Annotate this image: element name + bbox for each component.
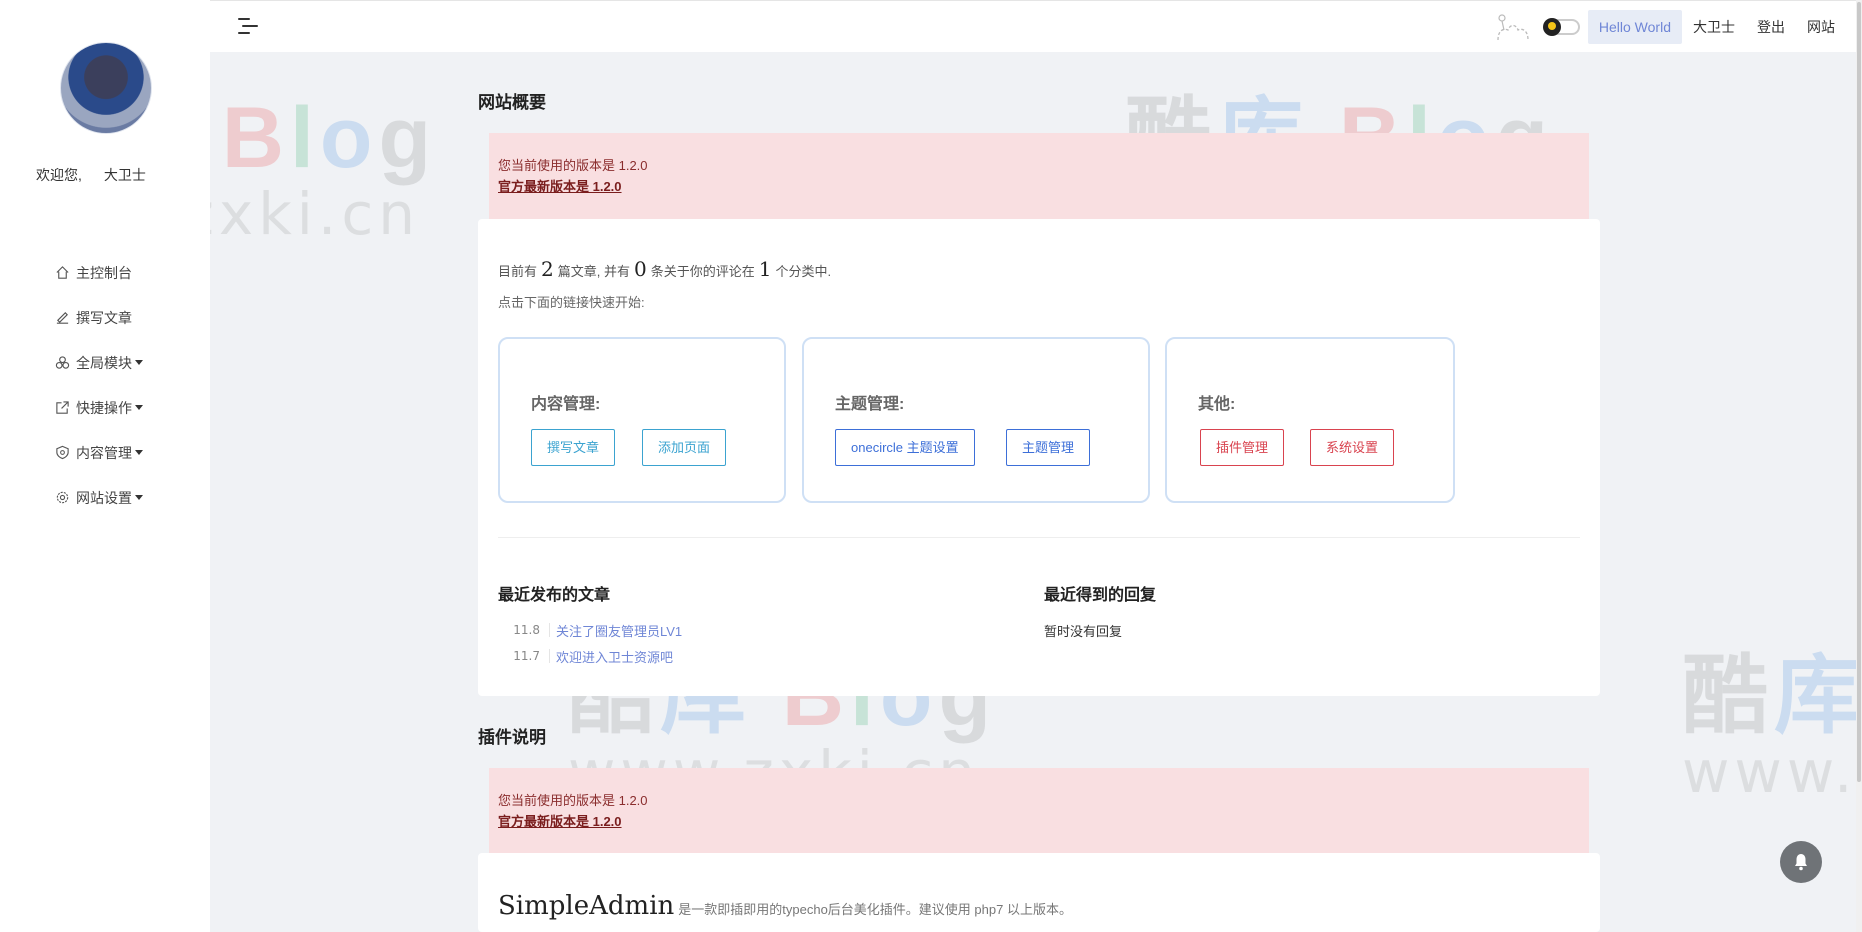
scrollbar-thumb[interactable] [1857,2,1861,782]
notification-bell-icon[interactable] [1780,841,1822,883]
overview-title: 网站概要 [478,93,546,112]
sidebar-item-site-settings[interactable]: 网站设置 [54,475,143,520]
sidebar-item-label: 快捷操作 [76,399,132,416]
welcome-label: 欢迎您, [36,167,82,183]
quick-start-hint: 点击下面的链接快速开始: [498,295,645,310]
moon-icon [1542,17,1561,36]
external-edit-icon [54,400,70,416]
latest-version-link[interactable]: 官方最新版本是 1.2.0 [498,176,1580,197]
quick-group-title: 内容管理: [531,396,601,413]
no-reply-text: 暂时没有回复 [1044,624,1123,639]
quick-group-other: 其他: 插件管理 系统设置 [1165,337,1455,503]
sidebar-item-dashboard[interactable]: 主控制台 [54,250,143,295]
quick-group-theme: 主题管理: onecircle 主题设置 主题管理 [802,337,1150,503]
topbar-actions: Hello World 大卫士 登出 网站 [1492,1,1862,52]
scrollbar[interactable] [1856,0,1862,932]
user-link[interactable]: 大卫士 [1682,10,1746,44]
watermark: 酷库 www.zxki.cn [1682,650,1856,802]
category-count: 1 [758,257,772,281]
sidebar-item-label: 撰写文章 [76,309,132,326]
post-date: 11.7 [498,649,550,663]
list-item: 11.7 欢迎进入卫士资源吧 [498,643,682,669]
sidebar-nav: 主控制台 撰写文章 全局模块 快捷操作 内容管理 网站设置 [54,250,143,520]
gear-icon [54,490,70,506]
post-date: 11.8 [498,623,550,637]
quick-group-content: 内容管理: 撰写文章 添加页面 [498,337,786,503]
logout-link[interactable]: 登出 [1746,10,1796,44]
sidebar-item-label: 网站设置 [76,489,132,506]
caret-down-icon [135,450,143,455]
sidebar-item-content-management[interactable]: 内容管理 [54,430,143,475]
plugin-name: SimpleAdmin [498,891,675,921]
list-item: 11.8 关注了圈友管理员LV1 [498,617,682,643]
recent-replies-title: 最近得到的回复 [1044,587,1157,604]
recent-posts-title: 最近发布的文章 [498,587,611,604]
edit-icon [54,310,70,326]
sidebar-item-label: 内容管理 [76,444,132,461]
post-link[interactable]: 关注了圈友管理员LV1 [556,621,682,640]
plugin-version-notice: 您当前使用的版本是 1.2.0 官方最新版本是 1.2.0 [489,768,1589,860]
recent-posts-list: 11.8 关注了圈友管理员LV1 11.7 欢迎进入卫士资源吧 [498,617,682,669]
add-page-button[interactable]: 添加页面 [642,429,727,466]
post-count: 2 [541,257,554,281]
caret-down-icon [135,405,143,410]
overview-card: 目前有 2 篇文章, 并有 0 条关于你的评论在 1 个分类中. 点击下面的链接快速开始: … [478,219,1600,696]
version-notice: 您当前使用的版本是 1.2.0 官方最新版本是 1.2.0 [489,133,1589,225]
sidebar: 欢迎您, 大卫士 主控制台 撰写文章 全局模块 快捷操作 内容管理 网站设置 [0,0,210,932]
latest-version-link[interactable]: 官方最新版本是 1.2.0 [498,811,1580,832]
theme-manage-button[interactable]: 主题管理 [1006,429,1091,466]
plugin-heading: SimpleAdmin 是一款即插即用的typecho后台美化插件。建议使用 ph… [498,891,1072,921]
sidebar-item-label: 全局模块 [76,354,132,371]
plugin-description: 是一款即插即用的typecho后台美化插件。建议使用 php7 以上版本。 [678,902,1072,917]
mascot-icon [1492,10,1542,44]
sidebar-username: 大卫士 [103,167,146,183]
system-settings-button[interactable]: 系统设置 [1310,429,1395,466]
sidebar-item-write-post[interactable]: 撰写文章 [54,295,143,340]
current-version-text: 您当前使用的版本是 1.2.0 [498,793,648,808]
plugin-manage-button[interactable]: 插件管理 [1200,429,1285,466]
modules-icon [54,355,70,371]
theme-settings-button[interactable]: onecircle 主题设置 [835,429,975,466]
hello-world-link[interactable]: Hello World [1587,9,1682,44]
sidebar-item-label: 主控制台 [76,264,132,281]
site-link[interactable]: 网站 [1796,10,1846,44]
avatar[interactable] [60,42,152,134]
home-icon [54,265,70,281]
topbar: Hello World 大卫士 登出 网站 [210,0,1862,52]
divider [498,537,1580,538]
comment-count: 0 [633,257,647,281]
current-version-text: 您当前使用的版本是 1.2.0 [498,158,648,173]
write-post-button[interactable]: 撰写文章 [531,429,616,466]
sidebar-item-global-modules[interactable]: 全局模块 [54,340,143,385]
welcome-text: 欢迎您, 大卫士 [36,165,146,185]
shield-icon [54,445,70,461]
caret-down-icon [135,495,143,500]
menu-toggle-icon[interactable] [238,18,258,36]
quick-group-title: 主题管理: [835,396,905,413]
plugin-title: 插件说明 [478,728,546,747]
plugin-card: SimpleAdmin 是一款即插即用的typecho后台美化插件。建议使用 ph… [478,853,1600,932]
theme-toggle[interactable] [1542,17,1580,36]
sidebar-item-quick-actions[interactable]: 快捷操作 [54,385,143,430]
quick-group-title: 其他: [1198,396,1236,413]
stats-text: 目前有 2 篇文章, 并有 0 条关于你的评论在 1 个分类中. [498,257,832,281]
post-link[interactable]: 欢迎进入卫士资源吧 [556,647,673,666]
caret-down-icon [135,360,143,365]
